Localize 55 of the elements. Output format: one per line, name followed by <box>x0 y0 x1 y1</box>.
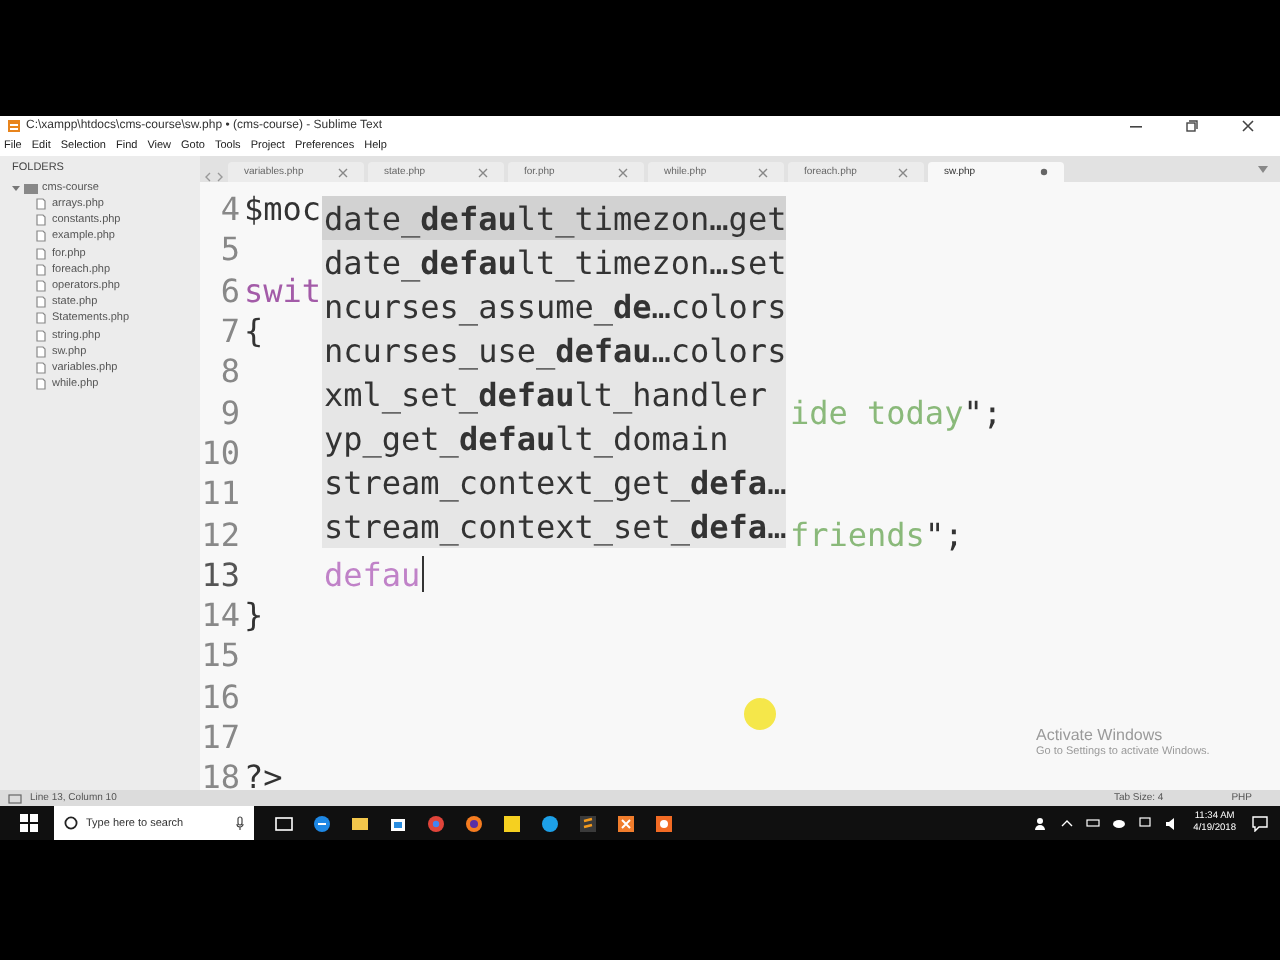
line-number: 16 <box>200 677 240 718</box>
line-number: 10 <box>200 433 240 474</box>
panel-toggle-icon[interactable] <box>8 793 22 803</box>
line-number: 18 <box>200 758 240 790</box>
task-view-icon[interactable] <box>274 813 294 833</box>
code-line: ?> <box>244 758 283 790</box>
completion-item[interactable]: xml_set_default_handler <box>322 372 786 416</box>
line-number: 12 <box>200 515 240 556</box>
line-number: 4 <box>218 190 240 231</box>
note-app-icon[interactable] <box>502 813 522 833</box>
start-icon[interactable] <box>20 814 38 832</box>
xampp-logo-icon[interactable] <box>616 813 636 833</box>
line-number: 13 <box>200 555 240 596</box>
folder-icon <box>24 183 38 193</box>
speaker-icon[interactable] <box>1163 815 1178 831</box>
restore-icon[interactable] <box>1186 120 1198 132</box>
completion-item[interactable]: stream_context_set_defa… <box>322 504 786 548</box>
line-number: 5 <box>218 230 240 271</box>
line-number: 15 <box>200 636 240 677</box>
completion-item[interactable]: date_default_timezon…get <box>322 196 786 240</box>
microphone-icon <box>236 816 244 830</box>
code-line: defau <box>324 555 421 596</box>
sublime-logo-icon[interactable] <box>578 813 598 833</box>
line-number: 14 <box>200 596 240 637</box>
shopping-bag-icon[interactable] <box>388 813 408 833</box>
line-number: 7 <box>218 312 240 353</box>
folder-icon[interactable] <box>350 813 370 833</box>
people-icon[interactable] <box>1033 815 1048 831</box>
completion-item[interactable]: stream_context_get_defa… <box>322 460 786 504</box>
code-line: ide today"; <box>790 393 1002 434</box>
code-line: { <box>244 312 264 353</box>
line-number: 6 <box>218 271 240 312</box>
browser-circle-icon[interactable] <box>426 813 446 833</box>
cloud-icon[interactable] <box>1111 815 1126 831</box>
code-line: swit <box>244 271 322 312</box>
close-icon[interactable] <box>1242 120 1254 132</box>
completion-item[interactable]: date_default_timezon…set <box>322 240 786 284</box>
completion-item[interactable]: ncurses_use_defau…colors <box>322 328 786 372</box>
search-icon <box>64 816 78 830</box>
line-number: 11 <box>200 474 240 515</box>
record-app-icon[interactable] <box>654 813 674 833</box>
line-number: 9 <box>218 393 240 434</box>
completion-item[interactable]: yp_get_default_domain <box>322 416 786 460</box>
notification-icon[interactable] <box>1252 815 1268 831</box>
caret-up-icon[interactable] <box>1059 815 1074 831</box>
line-number: 17 <box>200 718 240 758</box>
completion-item[interactable]: ncurses_assume_de…colors <box>322 284 786 328</box>
dropdown-icon[interactable] <box>1258 165 1268 173</box>
line-number: 8 <box>218 352 240 393</box>
cursor-highlight <box>744 698 776 730</box>
minimize-icon[interactable] <box>1130 120 1142 132</box>
code-line: $moc <box>244 190 322 231</box>
code-line: friends"; <box>790 515 964 556</box>
activation-title: Activate Windows <box>1036 726 1165 744</box>
code-line: } <box>244 596 264 637</box>
